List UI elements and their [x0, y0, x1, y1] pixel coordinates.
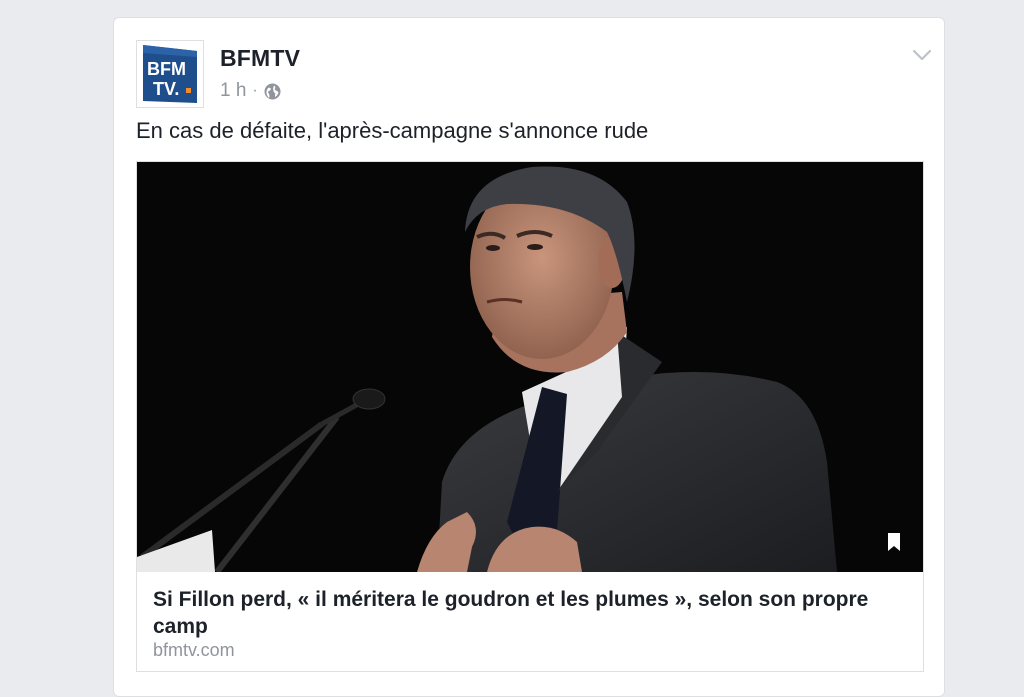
post-timestamp[interactable]: 1 h	[220, 80, 246, 102]
bookmark-icon[interactable]	[887, 532, 901, 552]
link-title[interactable]: Si Fillon perd, « il méritera le goudron…	[153, 586, 903, 640]
chevron-down-icon[interactable]	[912, 48, 932, 62]
post-status-text: En cas de défaite, l'après-campagne s'an…	[136, 118, 649, 143]
logo-text-1: BFM	[147, 59, 186, 79]
meta-separator: ·	[252, 82, 258, 99]
speaker-photo	[137, 162, 923, 572]
page-avatar[interactable]: BFM TV.	[136, 40, 204, 108]
page-name-link[interactable]: BFMTV	[220, 45, 300, 72]
logo-text-2: TV.	[153, 79, 179, 99]
bfmtv-logo: BFM TV.	[143, 45, 197, 103]
link-domain: bfmtv.com	[153, 640, 235, 660]
post-header: BFM TV. BFMTV 1 h ·	[136, 40, 932, 110]
preview-image[interactable]	[137, 162, 923, 572]
globe-icon[interactable]	[264, 83, 281, 100]
post-meta: 1 h ·	[220, 80, 281, 102]
link-preview[interactable]: Si Fillon perd, « il méritera le goudron…	[136, 161, 924, 672]
post-card: BFM TV. BFMTV 1 h · En cas de défaite, l…	[113, 17, 945, 697]
